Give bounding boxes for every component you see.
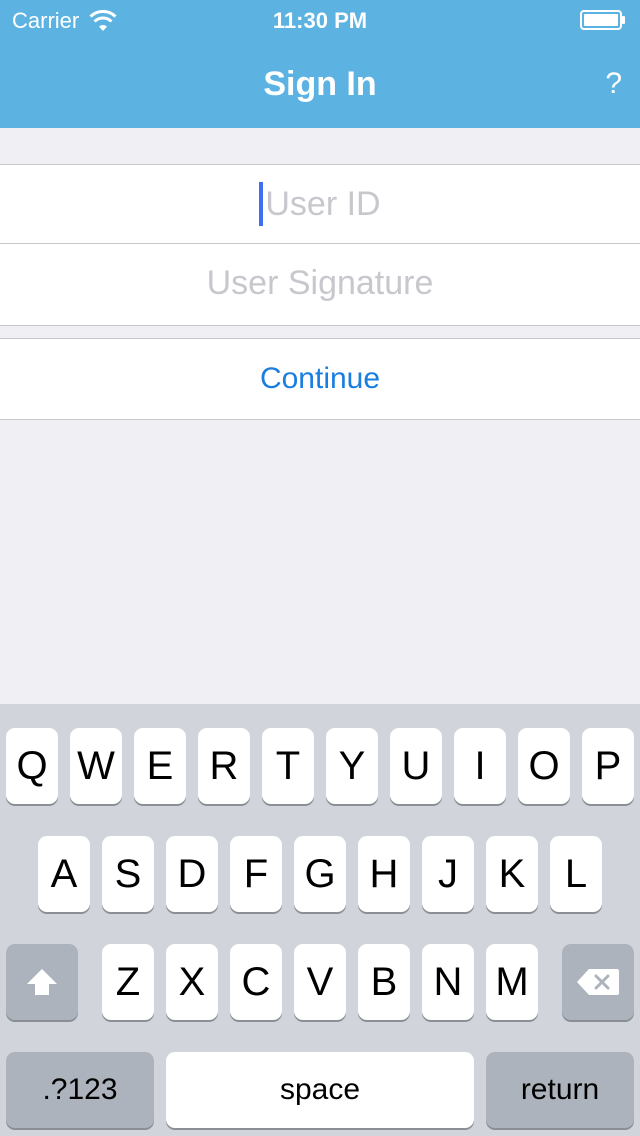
header: Carrier 11:30 PM Sign In ? bbox=[0, 0, 640, 128]
key-i[interactable]: I bbox=[454, 728, 506, 804]
space-key[interactable]: space bbox=[166, 1052, 474, 1128]
key-r[interactable]: R bbox=[198, 728, 250, 804]
key-t[interactable]: T bbox=[262, 728, 314, 804]
key-s[interactable]: S bbox=[102, 836, 154, 912]
status-time: 11:30 PM bbox=[272, 8, 368, 33]
continue-section: Continue bbox=[0, 338, 640, 420]
key-b[interactable]: B bbox=[358, 944, 410, 1020]
page-title: Sign In bbox=[263, 65, 377, 103]
key-g[interactable]: G bbox=[294, 836, 346, 912]
key-f[interactable]: F bbox=[230, 836, 282, 912]
key-u[interactable]: U bbox=[390, 728, 442, 804]
key-z[interactable]: Z bbox=[102, 944, 154, 1020]
battery-icon bbox=[580, 10, 625, 30]
user-id-placeholder: User ID bbox=[265, 184, 381, 223]
user-id-field[interactable]: User ID bbox=[0, 165, 640, 244]
key-p[interactable]: P bbox=[582, 728, 634, 804]
key-k[interactable]: K bbox=[486, 836, 538, 912]
status-bar: Carrier 11:30 PM bbox=[0, 0, 640, 40]
key-e[interactable]: E bbox=[134, 728, 186, 804]
continue-button[interactable]: Continue bbox=[260, 362, 380, 396]
key-w[interactable]: W bbox=[70, 728, 122, 804]
key-o[interactable]: O bbox=[518, 728, 570, 804]
user-signature-field[interactable]: User Signature bbox=[0, 244, 640, 322]
key-m[interactable]: M bbox=[486, 944, 538, 1020]
text-caret bbox=[259, 182, 264, 226]
key-v[interactable]: V bbox=[294, 944, 346, 1020]
key-d[interactable]: D bbox=[166, 836, 218, 912]
delete-key[interactable] bbox=[562, 944, 634, 1020]
key-x[interactable]: X bbox=[166, 944, 218, 1020]
help-button[interactable]: ? bbox=[605, 64, 622, 104]
delete-icon bbox=[577, 969, 619, 995]
key-y[interactable]: Y bbox=[326, 728, 378, 804]
shift-icon bbox=[27, 969, 57, 995]
return-key[interactable]: return bbox=[486, 1052, 634, 1128]
key-q[interactable]: Q bbox=[6, 728, 58, 804]
keyboard: Q W E R T Y U I O P A S D F G H J K L Z … bbox=[0, 704, 640, 1136]
key-h[interactable]: H bbox=[358, 836, 410, 912]
shift-key[interactable] bbox=[6, 944, 78, 1020]
key-j[interactable]: J bbox=[422, 836, 474, 912]
key-a[interactable]: A bbox=[38, 836, 90, 912]
key-n[interactable]: N bbox=[422, 944, 474, 1020]
key-l[interactable]: L bbox=[550, 836, 602, 912]
numbers-key[interactable]: .?123 bbox=[6, 1052, 154, 1128]
sign-in-form: User ID User Signature bbox=[0, 164, 640, 326]
key-c[interactable]: C bbox=[230, 944, 282, 1020]
user-signature-placeholder: User Signature bbox=[206, 263, 434, 302]
